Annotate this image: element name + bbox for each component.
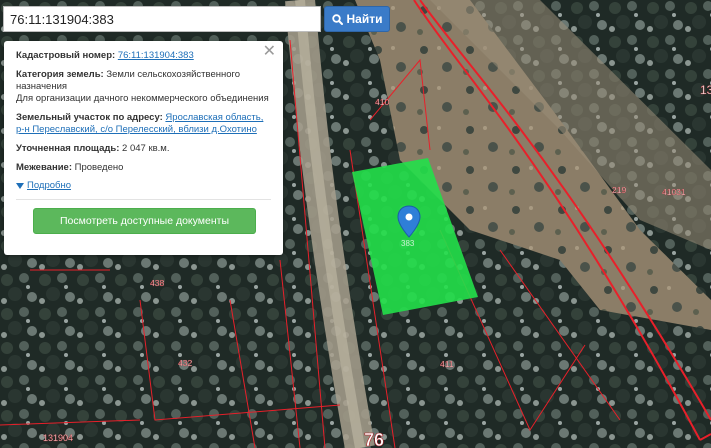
address-label: Земельный участок по адресу: xyxy=(16,112,163,123)
parcel-label-410: 410 xyxy=(375,97,389,107)
caret-down-icon xyxy=(16,183,24,189)
more-details-link[interactable]: Подробно xyxy=(27,180,71,192)
cadastral-number-link[interactable]: 76:11:131904:383 xyxy=(118,50,194,61)
parcel-label-411: 411 xyxy=(440,359,454,369)
search-input[interactable] xyxy=(3,6,321,32)
search-button[interactable]: Найти xyxy=(324,6,390,32)
divider xyxy=(16,199,271,200)
parcel-label-41031: 41031 xyxy=(662,187,686,197)
permitted-use: Для организации дачного некоммерческого … xyxy=(16,93,269,104)
more-details-toggle[interactable]: Подробно xyxy=(16,180,271,192)
parcel-label-131904: 131904 xyxy=(43,433,73,443)
category-label: Категория земель: xyxy=(16,69,104,80)
address-link[interactable]: Ярославская область, xyxy=(165,112,263,123)
selected-parcel-label: 383 xyxy=(401,239,415,248)
parcel-label-13: 13 xyxy=(700,83,711,97)
category-value-2: назначения xyxy=(16,81,68,92)
view-documents-button[interactable]: Посмотреть доступные документы xyxy=(33,208,256,234)
quarter-label-76: 76 xyxy=(364,430,384,448)
survey-label: Межевание: xyxy=(16,162,72,173)
survey-value: Проведено xyxy=(74,162,124,173)
parcel-label-432: 432 xyxy=(178,358,192,368)
parcel-label-219: 219 xyxy=(612,185,626,195)
category-value: Земли сельскохозяйственного xyxy=(106,69,241,80)
area-label: Уточненная площадь: xyxy=(16,143,120,154)
parcel-info-card: ✕ Кадастровый номер: 76:11:131904:383 Ка… xyxy=(4,41,283,255)
area-value: 2 047 кв.м. xyxy=(122,143,170,154)
close-icon[interactable]: ✕ xyxy=(263,44,276,60)
parcel-label-438: 438 xyxy=(150,278,164,288)
search-button-label: Найти xyxy=(346,12,383,26)
search-icon xyxy=(331,13,343,25)
cadastral-label: Кадастровый номер: xyxy=(16,50,116,61)
address-link-2[interactable]: р-н Переславский, с/о Перелесский, вблиз… xyxy=(16,124,257,135)
